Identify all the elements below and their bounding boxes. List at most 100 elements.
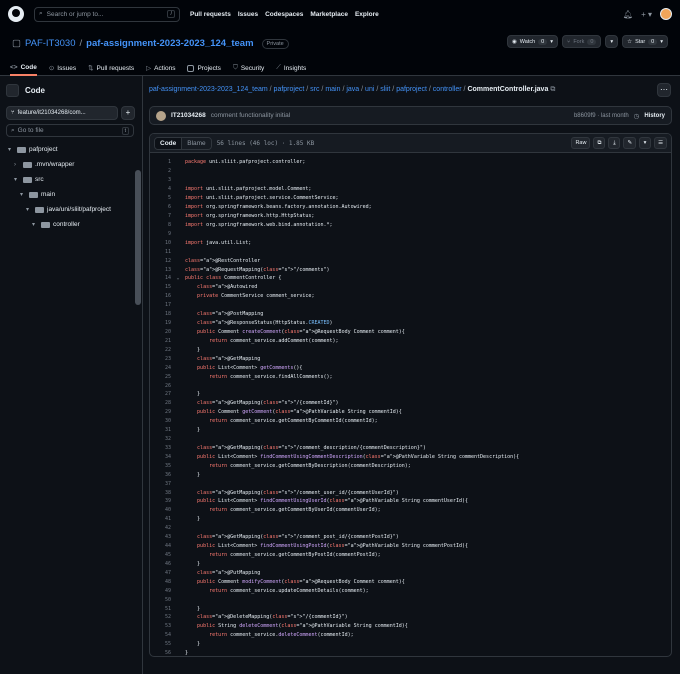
tab-projects[interactable]: Projects: [187, 60, 221, 76]
create-new-button[interactable]: + ▾: [641, 10, 652, 19]
download-icon[interactable]: ⤓: [608, 137, 621, 149]
line-number[interactable]: 1: [150, 159, 171, 165]
nav-codespaces[interactable]: Codespaces: [265, 11, 303, 18]
sidebar-scrollbar[interactable]: [135, 170, 141, 305]
breadcrumb-pafproject[interactable]: pafproject: [274, 86, 305, 93]
tab-insights[interactable]: ⟋ Insights: [276, 60, 306, 76]
nav-marketplace[interactable]: Marketplace: [310, 11, 348, 18]
tree-item-mvn-wrapper[interactable]: › .mvn/wrapper: [0, 157, 135, 172]
star-button[interactable]: ☆ Star 0 ▾: [622, 35, 668, 48]
watch-button[interactable]: ◉ Watch 0 ▾: [506, 35, 558, 48]
line-number[interactable]: 15: [150, 284, 171, 290]
line-number[interactable]: 37: [150, 481, 171, 487]
line-number[interactable]: 45: [150, 552, 171, 558]
line-number[interactable]: 28: [150, 400, 171, 406]
fork-button[interactable]: ⑂ Fork 0: [562, 35, 602, 48]
line-number[interactable]: 36: [150, 472, 171, 478]
breadcrumb-main[interactable]: main: [325, 86, 340, 93]
line-number[interactable]: 13: [150, 267, 171, 273]
tree-item-java-package[interactable]: ▾ java/uni/sliit/pafproject: [0, 202, 135, 217]
tab-issues[interactable]: ⊙ Issues: [49, 60, 76, 76]
line-number[interactable]: 19: [150, 320, 171, 326]
line-number[interactable]: 21: [150, 338, 171, 344]
line-number[interactable]: 16: [150, 293, 171, 299]
line-number[interactable]: 4: [150, 186, 171, 192]
line-number[interactable]: 10: [150, 240, 171, 246]
tab-actions[interactable]: ▷ Actions: [146, 60, 175, 76]
line-number[interactable]: 51: [150, 606, 171, 612]
tab-pull-requests[interactable]: ⇅ Pull requests: [88, 60, 134, 76]
history-link[interactable]: History: [644, 113, 665, 119]
line-number[interactable]: 47: [150, 570, 171, 576]
repo-name-link[interactable]: paf-assignment-2023-2023_124_team: [86, 38, 253, 49]
line-number[interactable]: 30: [150, 418, 171, 424]
branch-selector[interactable]: ⑂ feature/it21034268/com...: [6, 106, 118, 120]
breadcrumb-repo[interactable]: paf-assignment-2023-2023_124_team: [149, 86, 268, 93]
more-options-button[interactable]: ⋯: [657, 83, 671, 97]
line-number[interactable]: 11: [150, 249, 171, 255]
chevron-down-icon[interactable]: ▾: [639, 137, 652, 149]
go-to-file-input[interactable]: ⌕ Go to file t: [6, 124, 134, 137]
line-number[interactable]: 32: [150, 436, 171, 442]
line-number[interactable]: 6: [150, 204, 171, 210]
line-number[interactable]: 14: [150, 275, 171, 281]
line-number[interactable]: 49: [150, 588, 171, 594]
line-number[interactable]: 40: [150, 507, 171, 513]
line-number[interactable]: 24: [150, 365, 171, 371]
fold-chevron-icon[interactable]: ⌄: [171, 275, 185, 281]
bell-icon[interactable]: 🔔︎: [623, 10, 633, 19]
line-number[interactable]: 43: [150, 534, 171, 540]
breadcrumb-java[interactable]: java: [346, 86, 359, 93]
tree-item-src[interactable]: ▾ src: [0, 172, 135, 187]
commit-author-avatar[interactable]: [156, 110, 166, 121]
line-number[interactable]: 55: [150, 641, 171, 647]
symbols-panel-icon[interactable]: ☰: [654, 137, 667, 149]
line-number[interactable]: 7: [150, 213, 171, 219]
line-number[interactable]: 26: [150, 383, 171, 389]
commit-author[interactable]: IT21034268: [171, 112, 206, 119]
tree-item-main[interactable]: ▾ main: [0, 187, 135, 202]
search-input[interactable]: ⌕ Search or jump to... /: [34, 6, 180, 22]
line-number[interactable]: 39: [150, 498, 171, 504]
line-number[interactable]: 20: [150, 329, 171, 335]
line-number[interactable]: 8: [150, 222, 171, 228]
line-number[interactable]: 53: [150, 623, 171, 629]
line-number[interactable]: 33: [150, 445, 171, 451]
raw-button[interactable]: Raw: [571, 137, 591, 149]
nav-explore[interactable]: Explore: [355, 11, 379, 18]
line-number[interactable]: 9: [150, 231, 171, 237]
copy-path-icon[interactable]: ⧉: [550, 86, 555, 93]
fork-dropdown[interactable]: ▾: [605, 35, 619, 48]
commit-message[interactable]: comment functionality initial: [211, 112, 290, 119]
line-number[interactable]: 27: [150, 391, 171, 397]
line-number[interactable]: 25: [150, 374, 171, 380]
line-number[interactable]: 50: [150, 597, 171, 603]
line-number[interactable]: 56: [150, 650, 171, 656]
nav-issues[interactable]: Issues: [238, 11, 258, 18]
line-number[interactable]: 44: [150, 543, 171, 549]
line-number[interactable]: 17: [150, 302, 171, 308]
line-number[interactable]: 48: [150, 579, 171, 585]
repo-owner-link[interactable]: PAF-IT3030: [25, 38, 76, 49]
sidebar-collapse-icon[interactable]: [6, 84, 19, 97]
line-number[interactable]: 31: [150, 427, 171, 433]
line-number[interactable]: 2: [150, 168, 171, 174]
line-number[interactable]: 34: [150, 454, 171, 460]
line-number[interactable]: 12: [150, 258, 171, 264]
copy-icon[interactable]: ⧉: [593, 137, 606, 149]
line-number[interactable]: 42: [150, 525, 171, 531]
line-number[interactable]: 54: [150, 632, 171, 638]
commit-meta[interactable]: b8609f9 · last month: [574, 113, 629, 119]
tree-item-pafproject[interactable]: ▾ pafproject: [0, 142, 135, 157]
line-number[interactable]: 46: [150, 561, 171, 567]
tree-item-controller[interactable]: ▾ controller: [0, 217, 135, 232]
breadcrumb-controller[interactable]: controller: [433, 86, 462, 93]
nav-pull-requests[interactable]: Pull requests: [190, 11, 231, 18]
breadcrumb-uni[interactable]: uni: [365, 86, 374, 93]
line-number[interactable]: 5: [150, 195, 171, 201]
line-number[interactable]: 23: [150, 356, 171, 362]
add-file-button[interactable]: +: [121, 106, 135, 120]
github-logo-icon[interactable]: [8, 6, 24, 22]
line-number[interactable]: 18: [150, 311, 171, 317]
tab-code-view[interactable]: Code: [155, 137, 183, 149]
